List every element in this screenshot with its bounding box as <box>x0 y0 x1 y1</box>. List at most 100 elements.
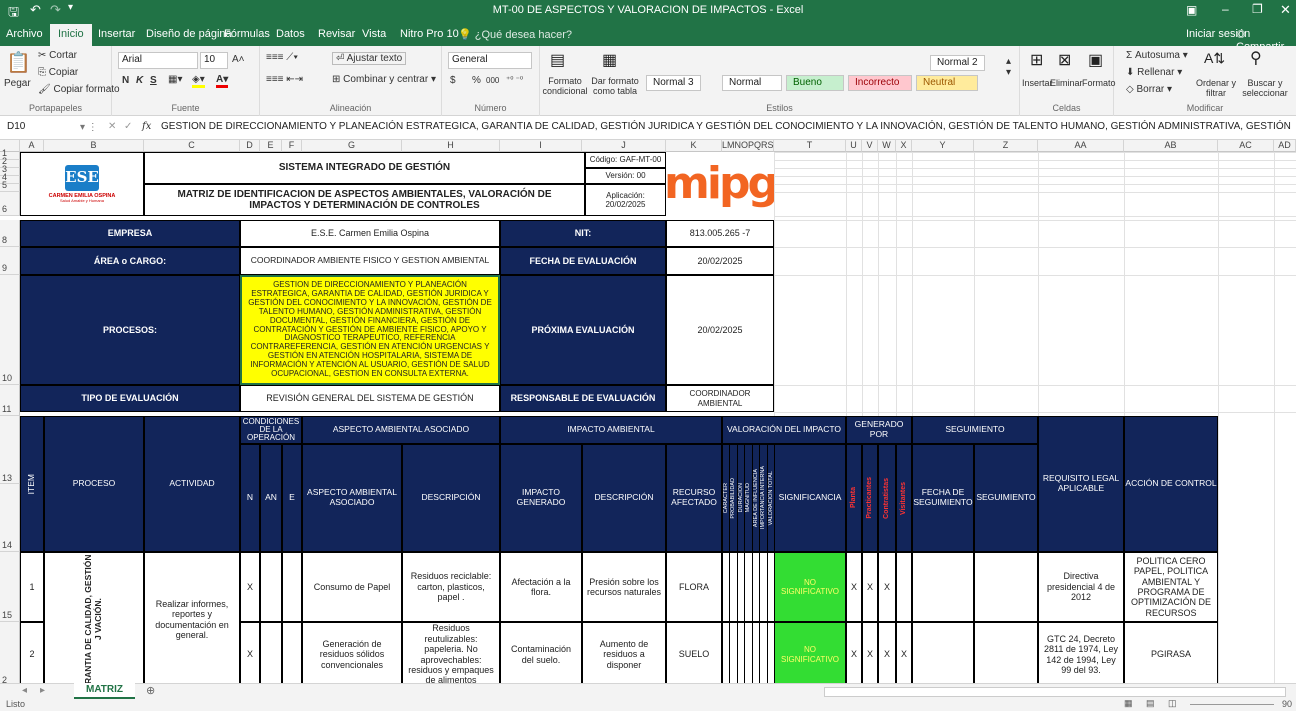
tab-inicio[interactable]: Inicio <box>50 24 92 46</box>
row-header[interactable]: 13 <box>0 416 20 484</box>
merge-center-button[interactable]: ⊞ Combinar y centrar ▾ <box>332 74 436 85</box>
accion-cell[interactable]: POLITICA CERO PAPEL, POLITICA AMBIENTAL … <box>1124 552 1218 622</box>
column-header[interactable]: AC <box>1218 140 1274 152</box>
aspecto-cell[interactable]: Generación de residuos sólidos convencio… <box>302 622 402 683</box>
row-header[interactable]: 6 <box>0 192 20 216</box>
column-header[interactable]: H <box>402 140 500 152</box>
format-painter-button[interactable]: 🖌 Copiar formato <box>38 84 120 95</box>
tell-me-search[interactable]: 💡 ¿Qué desea hacer? <box>458 28 572 41</box>
decimals-icon[interactable]: ⁺⁰ ⁻⁰ <box>506 75 523 84</box>
column-header[interactable]: F <box>282 140 302 152</box>
tab-vista[interactable]: Vista <box>362 28 386 40</box>
page-layout-icon[interactable]: ▤ <box>1146 698 1155 709</box>
generado-cell[interactable]: X <box>878 622 896 683</box>
borders-icon[interactable]: ▦▾ <box>168 74 182 85</box>
condition-e-cell[interactable] <box>282 622 302 683</box>
item-cell[interactable]: 1 <box>20 552 44 622</box>
currency-button[interactable]: $ <box>450 75 456 86</box>
fecha-seguimiento-cell[interactable] <box>912 552 974 622</box>
requisito-cell[interactable]: GTC 24, Decreto 2811 de 1974, Ley 142 de… <box>1038 622 1124 683</box>
thousands-button[interactable]: 000 <box>486 76 499 85</box>
wrap-text-button[interactable]: ⏎ Ajustar texto <box>332 52 407 65</box>
column-header[interactable]: D <box>240 140 260 152</box>
styles-scroll-icon[interactable]: ▴ ▾ <box>1006 56 1011 78</box>
seguimiento-cell[interactable] <box>974 552 1038 622</box>
condition-n-cell[interactable]: X <box>240 622 260 683</box>
find-select-icon[interactable]: ⚲ <box>1250 48 1262 68</box>
row-header[interactable]: 2 <box>0 622 20 683</box>
column-header[interactable]: Y <box>912 140 974 152</box>
format-table-icon[interactable]: ▦ <box>602 50 617 70</box>
significancia-cell[interactable]: NO SIGNIFICATIVO <box>774 552 846 622</box>
column-header[interactable]: K <box>666 140 722 152</box>
prev-sheet-icon[interactable]: ◂ <box>22 685 27 696</box>
fecha-seguimiento-cell[interactable] <box>912 622 974 683</box>
recurso-cell[interactable]: FLORA <box>666 552 722 622</box>
normal-view-icon[interactable]: ▦ <box>1124 698 1133 709</box>
actividad-cell[interactable]: Realizar informes, reportes y documentac… <box>144 552 240 683</box>
row-header[interactable]: 15 <box>0 552 20 622</box>
name-box[interactable]: D10 <box>4 120 76 137</box>
condition-an-cell[interactable] <box>260 552 282 622</box>
find-select-button[interactable]: Buscar y seleccionar <box>1238 78 1292 98</box>
tab-nitro[interactable]: Nitro Pro 10 <box>400 28 459 40</box>
area-value[interactable]: COORDINADOR AMBIENTE FISICO Y GESTION AM… <box>240 247 500 275</box>
format-cells-button[interactable]: Formato <box>1082 78 1116 88</box>
style-normal[interactable]: Normal <box>722 75 782 91</box>
column-header[interactable]: E <box>260 140 282 152</box>
condition-n-cell[interactable]: X <box>240 552 260 622</box>
enter-icon[interactable]: ✓ <box>124 121 132 132</box>
conditional-format-button[interactable]: Formato condicional <box>542 76 588 96</box>
column-header[interactable]: V <box>862 140 878 152</box>
column-header[interactable]: I <box>500 140 582 152</box>
hscroll-bar[interactable] <box>824 687 1286 697</box>
clear-button[interactable]: ◇ Borrar ▾ <box>1126 84 1172 95</box>
italic-button[interactable]: K <box>136 75 143 86</box>
column-header[interactable]: W <box>878 140 896 152</box>
copy-button[interactable]: ⎘ Copiar <box>38 67 78 78</box>
minimize-icon[interactable]: – <box>1222 2 1229 16</box>
style-normal2[interactable]: Normal 2 <box>930 55 985 71</box>
row-header[interactable]: 5 <box>0 180 20 192</box>
style-bad[interactable]: Incorrecto <box>848 75 912 91</box>
maximize-icon[interactable]: ❐ <box>1252 2 1263 16</box>
seguimiento-cell[interactable] <box>974 622 1038 683</box>
style-neutral[interactable]: Neutral <box>916 75 978 91</box>
requisito-cell[interactable]: Directiva presidencial 4 de 2012 <box>1038 552 1124 622</box>
insert-cells-icon[interactable]: ⊞ <box>1030 50 1043 70</box>
format-cells-icon[interactable]: ▣ <box>1088 50 1103 70</box>
impacto-cell[interactable]: Contaminación del suelo. <box>500 622 582 683</box>
responsable-value[interactable]: COORDINADOR AMBIENTAL <box>666 385 774 412</box>
sheet-tab-matriz[interactable]: MATRIZ <box>74 683 136 699</box>
item-cell[interactable]: 2 <box>20 622 44 683</box>
font-size-select[interactable]: 10 <box>200 52 228 69</box>
underline-button[interactable]: S <box>150 75 157 86</box>
font-color-icon[interactable]: A▾ <box>216 74 229 88</box>
generado-cell[interactable]: X <box>896 622 912 683</box>
condition-an-cell[interactable] <box>260 622 282 683</box>
empresa-value[interactable]: E.S.E. Carmen Emilia Ospina <box>240 220 500 247</box>
proxima-value[interactable]: 20/02/2025 <box>666 275 774 385</box>
recurso-cell[interactable]: SUELO <box>666 622 722 683</box>
column-header[interactable]: LMNOPQRS <box>722 140 774 152</box>
column-header[interactable]: X <box>896 140 912 152</box>
name-box-dropdown-icon[interactable]: ▾ ⋮ <box>80 122 98 133</box>
bold-button[interactable]: N <box>122 75 129 86</box>
sort-filter-icon[interactable]: A⇅ <box>1204 50 1225 67</box>
tab-revisar[interactable]: Revisar <box>318 28 355 40</box>
generado-cell[interactable]: X <box>862 552 878 622</box>
cut-button[interactable]: ✂ Cortar <box>38 50 77 61</box>
ribbon-display-icon[interactable]: ▣ <box>1186 3 1197 17</box>
font-name-select[interactable]: Arial <box>118 52 198 69</box>
tipo-value[interactable]: REVISIÓN GENERAL DEL SISTEMA DE GESTIÓN <box>240 385 500 412</box>
next-sheet-icon[interactable]: ▸ <box>40 685 45 696</box>
percent-button[interactable]: % <box>472 75 481 86</box>
zoom-level[interactable]: 90 <box>1282 699 1292 709</box>
tab-datos[interactable]: Datos <box>276 28 305 40</box>
tab-formulas[interactable]: Fórmulas <box>224 28 270 40</box>
descripcion2-cell[interactable]: Aumento de residuos a disponer <box>582 622 666 683</box>
proceso-cell[interactable]: RANTIA DE CALIDAD, GESTIÓN J VACIÓN. <box>44 552 144 683</box>
add-sheet-icon[interactable]: ⊕ <box>146 684 155 697</box>
style-normal3[interactable]: Normal 3 <box>646 75 701 91</box>
row-header[interactable]: 9 <box>0 247 20 275</box>
